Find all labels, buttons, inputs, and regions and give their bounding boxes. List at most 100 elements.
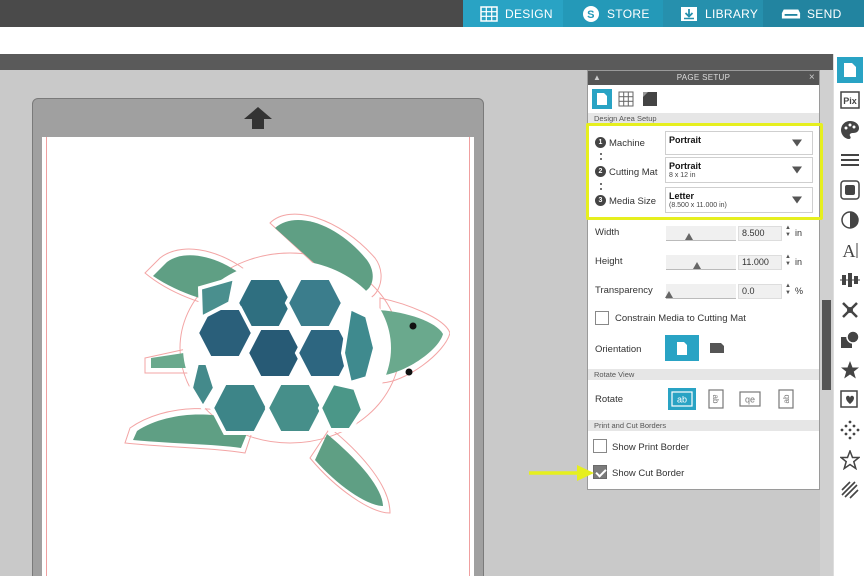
rotate-270-icon: ab xyxy=(778,389,794,409)
transparency-stepper-icon[interactable]: ▲ ▼ xyxy=(784,283,792,298)
rotate-view-header: Rotate View xyxy=(588,369,819,380)
slider-thumb[interactable] xyxy=(693,262,701,269)
show-cut-border-checkbox[interactable] xyxy=(593,465,607,479)
rotate-270-button[interactable]: ab xyxy=(772,388,800,410)
quick-access-strip xyxy=(0,54,833,70)
trace-icon xyxy=(840,390,858,408)
star-filled-icon xyxy=(841,361,859,379)
toolbar-area xyxy=(0,27,864,54)
height-slider[interactable] xyxy=(666,255,736,270)
portrait-page-icon xyxy=(677,341,687,355)
orientation-label: Orientation xyxy=(595,344,642,355)
transparency-unit: % xyxy=(795,286,804,296)
print-cut-borders-header: Print and Cut Borders xyxy=(588,420,819,431)
line-style-icon xyxy=(841,154,859,166)
modify-tool[interactable] xyxy=(837,327,863,353)
replicate-tool[interactable] xyxy=(837,297,863,323)
panel-tabs xyxy=(588,85,819,113)
cutter-icon xyxy=(781,5,801,23)
tab-page-icon[interactable] xyxy=(592,89,612,109)
grid-icon xyxy=(479,5,499,23)
transparency-input[interactable]: 0.0 xyxy=(738,284,782,299)
tab-background-icon[interactable] xyxy=(640,89,660,109)
show-cut-border-label: Show Cut Border xyxy=(612,468,685,479)
scrollbar-thumb[interactable] xyxy=(822,300,831,390)
rotate-90-text: ab xyxy=(711,395,720,404)
rotate-90-icon: ab xyxy=(708,389,724,409)
rotate-180-text: qe xyxy=(745,395,755,405)
rotate-180-icon: qe xyxy=(739,391,761,407)
sketch-tool[interactable] xyxy=(837,477,863,503)
svg-text:Pix: Pix xyxy=(843,96,857,106)
constrain-media-checkbox[interactable] xyxy=(595,311,609,325)
height-input[interactable]: 11.000 xyxy=(738,255,782,270)
favorite-star-tool[interactable] xyxy=(837,447,863,473)
star-outline-icon xyxy=(840,450,860,470)
landscape-orientation-button[interactable] xyxy=(700,335,734,361)
cut-border-line xyxy=(46,137,47,576)
palette-icon xyxy=(841,121,859,139)
width-input[interactable]: 8.500 xyxy=(738,226,782,241)
portrait-orientation-button[interactable] xyxy=(665,335,699,361)
store-s-icon: S xyxy=(581,5,601,23)
right-toolbar: Pix A xyxy=(833,54,864,576)
svg-text:A: A xyxy=(843,241,856,260)
half-circle-icon xyxy=(841,211,859,229)
width-unit: in xyxy=(795,228,803,238)
height-stepper-icon[interactable]: ▲ ▼ xyxy=(784,254,792,269)
sketch-lines-icon xyxy=(841,481,859,499)
page-icon xyxy=(844,63,856,77)
tab-store[interactable]: S STORE xyxy=(563,0,663,27)
tab-send-label: SEND xyxy=(807,6,842,21)
panel-header: ▲ PAGE SETUP × xyxy=(588,71,819,85)
transparency-slider[interactable] xyxy=(665,284,736,299)
slider-thumb[interactable] xyxy=(685,233,693,240)
yellow-pointer-arrow-icon xyxy=(529,465,594,481)
sea-turtle-design[interactable] xyxy=(105,198,450,518)
feed-direction-arrow-icon xyxy=(244,107,272,129)
rotate-0-text: ab xyxy=(677,395,687,405)
trace-tool[interactable] xyxy=(837,387,863,413)
text-a-icon: A xyxy=(843,241,858,260)
replicate-icon xyxy=(842,302,858,318)
top-nav-bar: DESIGN S STORE LIBRARY SEND xyxy=(0,0,864,27)
align-tool[interactable] xyxy=(837,267,863,293)
show-print-border-checkbox[interactable] xyxy=(593,439,607,453)
text-style-tool[interactable]: A xyxy=(837,237,863,263)
page-setup-tool[interactable] xyxy=(837,57,863,83)
tab-library[interactable]: LIBRARY xyxy=(663,0,763,27)
star-tool[interactable] xyxy=(837,357,863,383)
rotate-label: Rotate xyxy=(595,394,623,405)
width-slider[interactable] xyxy=(666,226,736,241)
tab-send[interactable]: SEND xyxy=(763,0,864,27)
rotate-90-button[interactable]: ab xyxy=(702,388,730,410)
close-icon[interactable]: × xyxy=(809,71,815,85)
svg-text:S: S xyxy=(587,9,595,21)
rotate-0-icon: ab xyxy=(671,391,693,407)
rotate-0-button[interactable]: ab xyxy=(668,388,696,410)
show-print-border-label: Show Print Border xyxy=(612,442,690,453)
download-icon xyxy=(679,5,699,23)
offset-tool[interactable] xyxy=(837,177,863,203)
width-stepper-icon[interactable]: ▲ ▼ xyxy=(784,225,792,240)
pixscan-tool[interactable]: Pix xyxy=(837,87,863,113)
offset-icon xyxy=(840,180,860,200)
slider-thumb[interactable] xyxy=(665,291,673,298)
panel-title: PAGE SETUP xyxy=(676,73,731,82)
height-label: Height xyxy=(595,256,623,267)
tab-design[interactable]: DESIGN xyxy=(463,0,563,27)
cut-border-line xyxy=(469,137,470,576)
modify-icon xyxy=(841,330,860,348)
rotate-180-button[interactable]: qe xyxy=(736,388,764,410)
highlight-box xyxy=(586,123,823,220)
width-label: Width xyxy=(595,227,620,238)
sketch-dots-tool[interactable] xyxy=(837,417,863,443)
collapse-icon[interactable]: ▲ xyxy=(593,71,601,85)
tab-grid-icon[interactable] xyxy=(616,89,636,109)
transform-tool[interactable] xyxy=(837,207,863,233)
tab-design-label: DESIGN xyxy=(505,6,553,21)
dots-icon xyxy=(840,420,860,440)
line-style-tool[interactable] xyxy=(837,147,863,173)
transparency-label: Transparency xyxy=(595,285,653,296)
fill-color-tool[interactable] xyxy=(837,117,863,143)
